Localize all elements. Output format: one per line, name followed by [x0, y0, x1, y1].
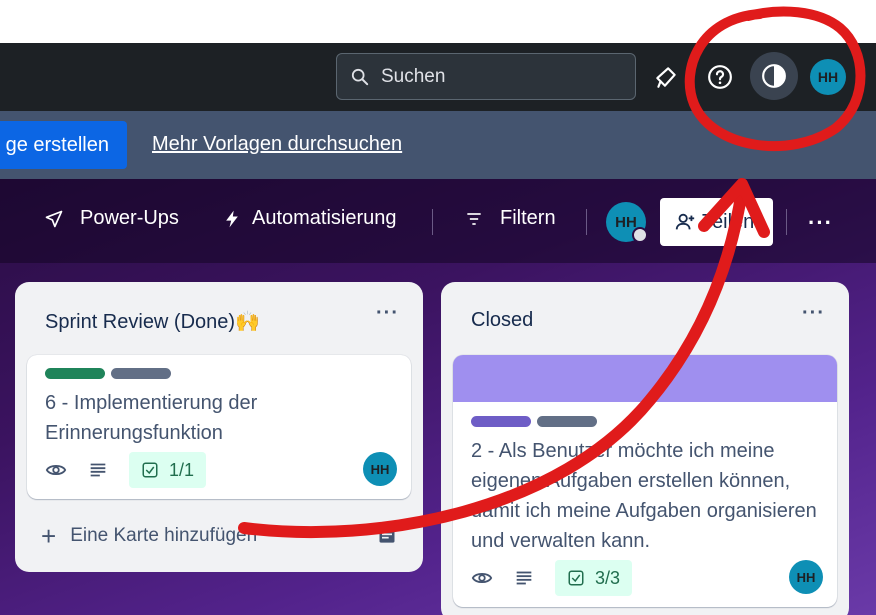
- help-icon: [708, 65, 732, 89]
- share-button[interactable]: Teilen: [660, 198, 773, 246]
- card-member-avatar[interactable]: HH: [789, 560, 823, 594]
- card-member-avatar[interactable]: HH: [363, 452, 397, 486]
- filter-icon: [467, 212, 481, 225]
- template-banner: ge erstellen Mehr Vorlagen durchsuchen: [0, 111, 876, 179]
- filter-button[interactable]: Filtern: [464, 207, 556, 230]
- megaphone-icon: [656, 67, 676, 88]
- card[interactable]: 6 - Implementierung der Erinnerungsfunkt…: [27, 355, 411, 499]
- card-title: 6 - Implementierung der Erinnerungsfunkt…: [45, 392, 258, 444]
- add-card-button[interactable]: + Eine Karte hinzufügen: [41, 523, 257, 549]
- powerups-label: Power-Ups: [80, 207, 179, 229]
- toolbar-divider: [432, 209, 433, 235]
- plus-icon: +: [41, 521, 57, 551]
- help-button[interactable]: [702, 59, 738, 95]
- list-title[interactable]: Closed: [471, 309, 533, 332]
- account-avatar[interactable]: HH: [810, 59, 846, 95]
- board-header: Power-Ups Automatisierung Filtern HH Tei…: [0, 179, 876, 263]
- contrast-icon: [762, 64, 786, 88]
- description-icon: [90, 463, 106, 477]
- checklist-badge: 3/3: [555, 560, 633, 596]
- add-card-label: Eine Karte hinzufügen: [70, 525, 258, 546]
- automation-button[interactable]: Automatisierung: [222, 207, 397, 230]
- automation-label: Automatisierung: [252, 207, 397, 229]
- checkbox-icon: [142, 462, 158, 478]
- search-input[interactable]: Suchen: [336, 53, 636, 100]
- list-menu-button[interactable]: ···: [802, 302, 825, 325]
- search-icon: [351, 68, 369, 85]
- search-placeholder: Suchen: [381, 65, 446, 87]
- checkbox-icon: [568, 570, 584, 586]
- admin-badge-icon: [632, 227, 648, 243]
- card-cover: [453, 355, 837, 402]
- add-person-icon: [675, 213, 695, 230]
- checklist-count: 1/1: [169, 459, 195, 480]
- card-badges: 3/3: [471, 560, 633, 596]
- card-label[interactable]: [537, 416, 597, 427]
- card-badges: 1/1: [45, 452, 207, 488]
- notifications-button[interactable]: [648, 59, 684, 95]
- browse-templates-link[interactable]: Mehr Vorlagen durchsuchen: [152, 133, 402, 156]
- toolbar-divider: [586, 209, 587, 235]
- theme-toggle-button[interactable]: [750, 52, 798, 100]
- card-label[interactable]: [45, 368, 105, 379]
- filter-label: Filtern: [500, 207, 556, 229]
- list-sprint-review-done: Sprint Review (Done)🙌 ··· 6 - Implementi…: [15, 282, 423, 572]
- rocket-icon: [45, 210, 63, 227]
- list-title[interactable]: Sprint Review (Done)🙌: [45, 309, 260, 334]
- create-template-button[interactable]: ge erstellen: [0, 121, 127, 169]
- card-label[interactable]: [471, 416, 531, 427]
- description-icon: [516, 571, 532, 585]
- lightning-icon: [226, 210, 238, 227]
- powerups-button[interactable]: Power-Ups: [44, 207, 179, 230]
- top-navigation-bar: Suchen HH: [0, 43, 876, 111]
- card[interactable]: 2 - Als Benutzer möchte ich meine eigene…: [453, 355, 837, 607]
- checklist-badge: 1/1: [129, 452, 207, 488]
- share-label: Teilen: [702, 210, 755, 233]
- card-title: 2 - Als Benutzer möchte ich meine eigene…: [471, 440, 817, 552]
- create-from-template-icon[interactable]: [377, 526, 397, 546]
- card-label[interactable]: [111, 368, 171, 379]
- checklist-count: 3/3: [595, 567, 621, 588]
- toolbar-divider: [786, 209, 787, 235]
- top-margin: [0, 0, 876, 43]
- watch-eye-icon: [45, 464, 67, 476]
- list-closed: Closed ··· 2 - Als Benutzer möchte ich m…: [441, 282, 849, 615]
- board-menu-button[interactable]: ···: [808, 210, 833, 236]
- watch-eye-icon: [471, 572, 493, 584]
- list-menu-button[interactable]: ···: [376, 302, 399, 325]
